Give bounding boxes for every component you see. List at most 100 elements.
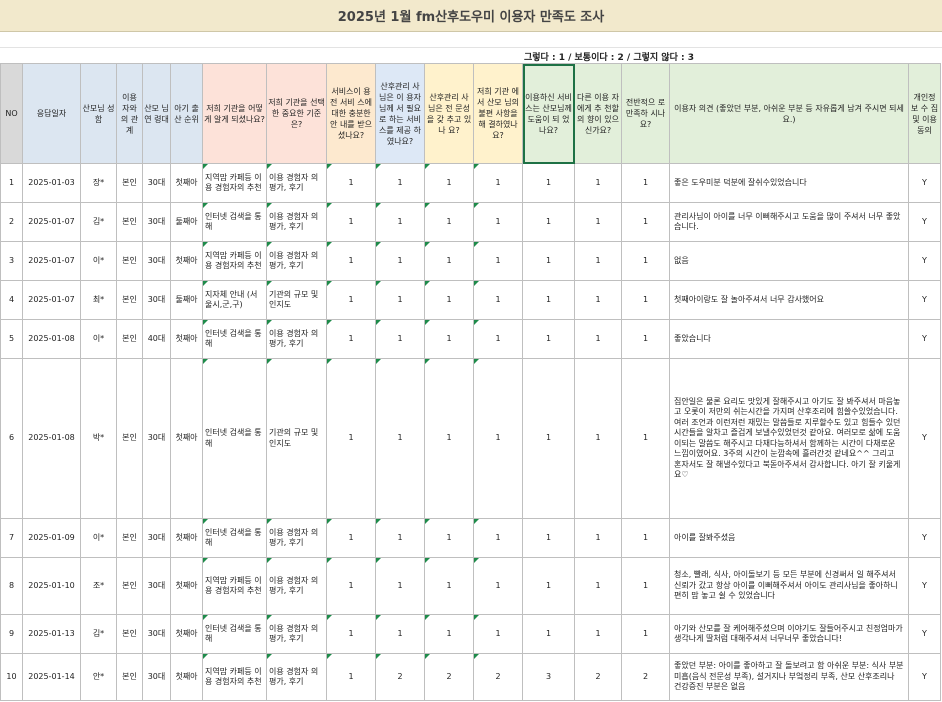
relation-cell[interactable]: 본인 <box>116 163 143 203</box>
date-cell[interactable]: 2025-01-13 <box>22 614 81 654</box>
q-helpful-cell[interactable]: 1 <box>522 319 575 359</box>
consent-cell[interactable]: Y <box>908 280 941 320</box>
source-cell[interactable]: 지역맘 카페등 이용 경험자의 추천 <box>202 653 267 701</box>
q-overall-cell[interactable]: 1 <box>621 280 670 320</box>
row-number-cell[interactable]: 4 <box>0 280 23 320</box>
q-expertise-cell[interactable]: 1 <box>424 614 474 654</box>
q-resolution-cell[interactable]: 1 <box>473 518 523 558</box>
consent-cell[interactable]: Y <box>908 614 941 654</box>
criteria-cell[interactable]: 이용 경험자 의 평가, 후기 <box>266 518 327 558</box>
source-cell[interactable]: 지역맘 카페등 이용 경험자의 추천 <box>202 163 267 203</box>
name-cell[interactable]: 이* <box>80 319 117 359</box>
relation-cell[interactable]: 본인 <box>116 653 143 701</box>
birth-order-cell[interactable]: 첫째아 <box>170 319 203 359</box>
birth-order-cell[interactable]: 첫째아 <box>170 518 203 558</box>
relation-cell[interactable]: 본인 <box>116 358 143 519</box>
criteria-cell[interactable]: 이용 경험자 의 평가, 후기 <box>266 241 327 281</box>
age-cell[interactable]: 30대 <box>142 358 171 519</box>
opinion-cell[interactable]: 좋았던 부분: 아이를 좋아하고 잘 돌보려고 함 아쉬운 부분: 식사 부분 … <box>669 653 909 701</box>
criteria-cell[interactable]: 이용 경험자 의 평가, 후기 <box>266 319 327 359</box>
q-recommend-cell[interactable]: 1 <box>574 557 622 615</box>
source-cell[interactable]: 인터넷 검색을 통해 <box>202 614 267 654</box>
q-service-cell[interactable]: 2 <box>375 653 425 701</box>
column-header[interactable]: 아기 출산 순위 <box>170 63 203 164</box>
q-info-cell[interactable]: 1 <box>326 280 376 320</box>
date-cell[interactable]: 2025-01-07 <box>22 241 81 281</box>
column-header[interactable]: 저희 기관 에서 산모 님의 불편 사항을 해 결하였나 요? <box>473 63 523 164</box>
column-header[interactable]: 저희 기관을 선택한 중요한 기준 은? <box>266 63 327 164</box>
relation-cell[interactable]: 본인 <box>116 202 143 242</box>
q-resolution-cell[interactable]: 1 <box>473 280 523 320</box>
q-service-cell[interactable]: 1 <box>375 614 425 654</box>
name-cell[interactable]: 김* <box>80 614 117 654</box>
consent-cell[interactable]: Y <box>908 241 941 281</box>
q-overall-cell[interactable]: 1 <box>621 358 670 519</box>
relation-cell[interactable]: 본인 <box>116 241 143 281</box>
column-header[interactable]: 산모 님 연 령대 <box>142 63 171 164</box>
criteria-cell[interactable]: 이용 경험자 의 평가, 후기 <box>266 653 327 701</box>
row-number-cell[interactable]: 1 <box>0 163 23 203</box>
criteria-cell[interactable]: 이용 경험자 의 평가, 후기 <box>266 557 327 615</box>
q-overall-cell[interactable]: 2 <box>621 653 670 701</box>
column-header[interactable]: 이용 자와 의 관 계 <box>116 63 143 164</box>
q-overall-cell[interactable]: 1 <box>621 202 670 242</box>
date-cell[interactable]: 2025-01-03 <box>22 163 81 203</box>
date-cell[interactable]: 2025-01-07 <box>22 280 81 320</box>
age-cell[interactable]: 30대 <box>142 614 171 654</box>
column-header[interactable]: 전반적으 로 만족하 시나요? <box>621 63 670 164</box>
birth-order-cell[interactable]: 첫째아 <box>170 653 203 701</box>
consent-cell[interactable]: Y <box>908 518 941 558</box>
name-cell[interactable]: 장* <box>80 163 117 203</box>
criteria-cell[interactable]: 기관의 규모 및 인지도 <box>266 358 327 519</box>
row-number-cell[interactable]: 8 <box>0 557 23 615</box>
name-cell[interactable]: 이* <box>80 241 117 281</box>
q-recommend-cell[interactable]: 1 <box>574 518 622 558</box>
q-helpful-cell[interactable]: 1 <box>522 241 575 281</box>
q-service-cell[interactable]: 1 <box>375 358 425 519</box>
column-header[interactable]: 이용자 의견 (좋았던 부분, 아쉬운 부분 등 자유롭게 남겨 주시면 되세요… <box>669 63 909 164</box>
column-header[interactable]: NO <box>0 63 23 164</box>
criteria-cell[interactable]: 이용 경험자 의 평가, 후기 <box>266 202 327 242</box>
q-helpful-cell[interactable]: 1 <box>522 280 575 320</box>
row-number-cell[interactable]: 5 <box>0 319 23 359</box>
name-cell[interactable]: 김* <box>80 202 117 242</box>
q-helpful-cell[interactable]: 1 <box>522 358 575 519</box>
q-resolution-cell[interactable]: 1 <box>473 202 523 242</box>
q-info-cell[interactable]: 1 <box>326 653 376 701</box>
opinion-cell[interactable]: 좋았습니다 <box>669 319 909 359</box>
q-overall-cell[interactable]: 1 <box>621 557 670 615</box>
name-cell[interactable]: 박* <box>80 358 117 519</box>
birth-order-cell[interactable]: 둘째아 <box>170 202 203 242</box>
q-info-cell[interactable]: 1 <box>326 614 376 654</box>
q-recommend-cell[interactable]: 1 <box>574 614 622 654</box>
age-cell[interactable]: 30대 <box>142 202 171 242</box>
q-helpful-cell[interactable]: 1 <box>522 518 575 558</box>
q-info-cell[interactable]: 1 <box>326 358 376 519</box>
q-expertise-cell[interactable]: 1 <box>424 319 474 359</box>
birth-order-cell[interactable]: 첫째아 <box>170 358 203 519</box>
q-resolution-cell[interactable]: 1 <box>473 614 523 654</box>
q-recommend-cell[interactable]: 1 <box>574 241 622 281</box>
relation-cell[interactable]: 본인 <box>116 614 143 654</box>
q-service-cell[interactable]: 1 <box>375 319 425 359</box>
q-resolution-cell[interactable]: 1 <box>473 163 523 203</box>
opinion-cell[interactable]: 아이를 잘봐주셨음 <box>669 518 909 558</box>
opinion-cell[interactable]: 관리사님이 아이를 너무 이뻐해주시고 도움을 많이 주셔서 너무 좋았습니다. <box>669 202 909 242</box>
row-number-cell[interactable]: 2 <box>0 202 23 242</box>
criteria-cell[interactable]: 이용 경험자 의 평가, 후기 <box>266 614 327 654</box>
birth-order-cell[interactable]: 둘째아 <box>170 280 203 320</box>
q-expertise-cell[interactable]: 2 <box>424 653 474 701</box>
age-cell[interactable]: 30대 <box>142 163 171 203</box>
row-number-cell[interactable]: 9 <box>0 614 23 654</box>
q-resolution-cell[interactable]: 1 <box>473 241 523 281</box>
consent-cell[interactable]: Y <box>908 358 941 519</box>
q-helpful-cell[interactable]: 1 <box>522 557 575 615</box>
relation-cell[interactable]: 본인 <box>116 280 143 320</box>
age-cell[interactable]: 40대 <box>142 319 171 359</box>
q-helpful-cell[interactable]: 1 <box>522 202 575 242</box>
relation-cell[interactable]: 본인 <box>116 518 143 558</box>
date-cell[interactable]: 2025-01-10 <box>22 557 81 615</box>
q-expertise-cell[interactable]: 1 <box>424 518 474 558</box>
q-expertise-cell[interactable]: 1 <box>424 163 474 203</box>
q-info-cell[interactable]: 1 <box>326 557 376 615</box>
